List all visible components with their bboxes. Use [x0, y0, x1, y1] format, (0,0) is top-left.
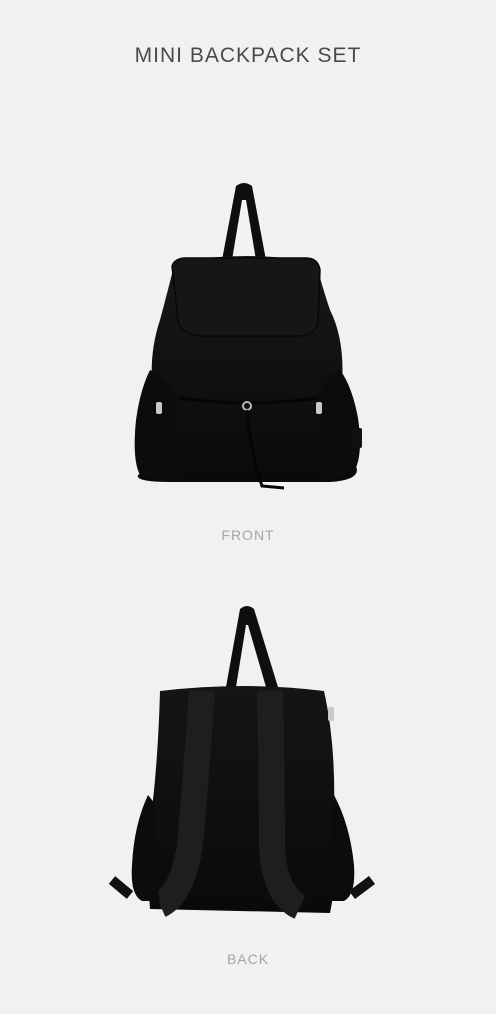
page-title: MINI BACKPACK SET [134, 44, 362, 67]
front-caption: FRONT [221, 527, 275, 543]
back-caption: BACK [226, 951, 270, 967]
backpack-back-image [0, 595, 496, 935]
backpack-front-image [0, 170, 496, 510]
